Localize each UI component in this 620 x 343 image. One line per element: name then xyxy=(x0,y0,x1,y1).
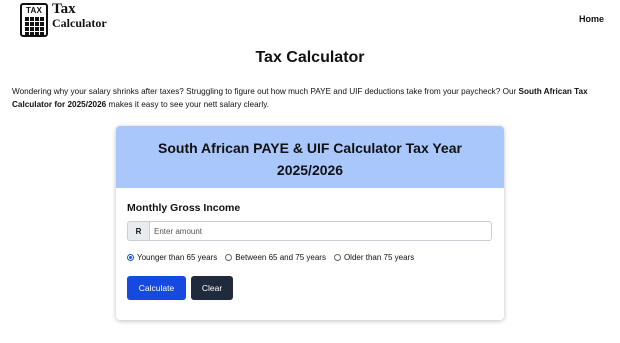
calculator-card: South African PAYE & UIF Calculator Tax … xyxy=(116,126,504,320)
age-option-65-to-75[interactable]: Between 65 and 75 years xyxy=(225,253,326,262)
age-option-label: Younger than 65 years xyxy=(137,253,218,262)
clear-button[interactable]: Clear xyxy=(191,276,233,300)
intro-paragraph: Wondering why your salary shrinks after … xyxy=(12,85,602,111)
calculator-icon: TAX xyxy=(20,3,48,37)
calculate-button[interactable]: Calculate xyxy=(127,276,186,300)
site-logo[interactable]: TAX Tax Calculator xyxy=(20,1,107,37)
radio-unchecked-icon[interactable] xyxy=(333,254,341,261)
radio-unchecked-icon[interactable] xyxy=(225,254,233,261)
currency-prefix: R xyxy=(127,221,149,241)
income-input-group: R xyxy=(127,221,492,241)
income-label: Monthly Gross Income xyxy=(127,202,241,214)
site-header: TAX Tax Calculator Home xyxy=(0,0,620,40)
amount-input[interactable] xyxy=(149,221,492,241)
logo-text: Tax Calculator xyxy=(52,1,107,30)
calculator-title-line1: South African PAYE & UIF Calculator Tax … xyxy=(158,140,462,156)
calculator-card-header: South African PAYE & UIF Calculator Tax … xyxy=(116,126,504,188)
age-radio-group: Younger than 65 years Between 65 and 75 … xyxy=(127,253,422,262)
intro-text-end: makes it easy to see your nett salary cl… xyxy=(106,100,269,109)
page-title: Tax Calculator xyxy=(255,49,365,66)
age-option-label: Older than 75 years xyxy=(343,253,415,262)
intro-text: Wondering why your salary shrinks after … xyxy=(12,87,519,96)
nav-home-link[interactable]: Home xyxy=(579,14,604,24)
calculator-title-line2: 2025/2026 xyxy=(276,162,344,178)
logo-badge-text: TAX xyxy=(25,6,42,15)
logo-line2: Calculator xyxy=(52,16,107,30)
age-option-under-65[interactable]: Younger than 65 years xyxy=(127,253,217,262)
age-option-label: Between 65 and 75 years xyxy=(235,253,326,262)
radio-checked-icon[interactable] xyxy=(127,254,134,261)
logo-line1: Tax xyxy=(52,1,76,17)
age-option-over-75[interactable]: Older than 75 years xyxy=(333,253,415,262)
